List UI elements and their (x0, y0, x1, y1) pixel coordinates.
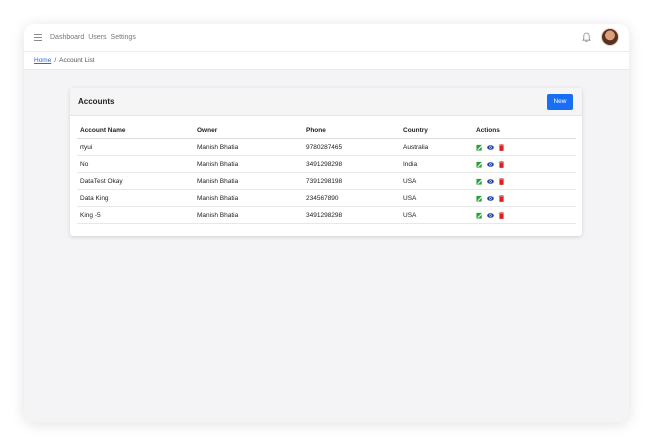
cell-actions (473, 189, 576, 207)
table-row: Data King Manish Bhatia 234567890 USA (77, 189, 576, 207)
cell-actions (473, 155, 576, 173)
card-header: Accounts New (70, 88, 582, 116)
edit-icon[interactable] (476, 212, 483, 219)
eye-icon[interactable] (487, 144, 494, 151)
cell-owner: Manish Bhatia (194, 172, 303, 190)
header-country: Country (400, 124, 473, 139)
table-row: DataTest Okay Manish Bhatia 7391298198 USA (77, 172, 576, 190)
breadcrumb: Home / Account List (24, 52, 629, 70)
cell-owner: Manish Bhatia (194, 206, 303, 224)
breadcrumb-current: Account List (59, 57, 95, 64)
cell-country: Australia (400, 138, 473, 156)
table-row: No Manish Bhatia 3491298298 India (77, 155, 576, 173)
edit-icon[interactable] (476, 161, 483, 168)
cell-phone: 3491298298 (303, 206, 400, 224)
nav-dashboard[interactable]: Dashboard (50, 34, 84, 41)
cell-phone: 9780287465 (303, 138, 400, 156)
cell-country: USA (400, 189, 473, 207)
trash-icon[interactable] (498, 211, 505, 219)
cell-owner: Manish Bhatia (194, 138, 303, 156)
cell-phone: 3491298298 (303, 155, 400, 173)
cell-account-name: King -5 (77, 206, 194, 224)
accounts-table: Account Name Owner Phone Country Actions… (77, 124, 576, 224)
cell-country: USA (400, 206, 473, 224)
header-account-name: Account Name (77, 124, 194, 139)
nav-users[interactable]: Users (88, 34, 106, 41)
card-title: Accounts (78, 97, 115, 106)
trash-icon[interactable] (498, 143, 505, 151)
accounts-card: Accounts New Account Name Owner Phone Co… (70, 88, 582, 236)
edit-icon[interactable] (476, 144, 483, 151)
user-avatar[interactable] (601, 28, 619, 46)
cell-account-name: rtyui (77, 138, 194, 156)
breadcrumb-home-link[interactable]: Home (34, 57, 51, 64)
cell-actions (473, 172, 576, 190)
trash-icon[interactable] (498, 177, 505, 185)
nav-settings[interactable]: Settings (111, 34, 136, 41)
header-actions: Actions (473, 124, 576, 139)
cell-country: USA (400, 172, 473, 190)
eye-icon[interactable] (487, 212, 494, 219)
cell-account-name: DataTest Okay (77, 172, 194, 190)
hamburger-icon[interactable] (34, 34, 42, 41)
cell-owner: Manish Bhatia (194, 155, 303, 173)
cell-country: India (400, 155, 473, 173)
header-owner: Owner (194, 124, 303, 139)
app-window: Dashboard Users Settings Home / Account … (24, 24, 629, 422)
cell-actions (473, 206, 576, 224)
edit-icon[interactable] (476, 178, 483, 185)
table-body: rtyui Manish Bhatia 9780287465 Australia No M… (77, 138, 576, 224)
cell-phone: 234567890 (303, 189, 400, 207)
header-phone: Phone (303, 124, 400, 139)
eye-icon[interactable] (487, 178, 494, 185)
cell-actions (473, 138, 576, 156)
eye-icon[interactable] (487, 161, 494, 168)
cell-account-name: Data King (77, 189, 194, 207)
table-row: King -5 Manish Bhatia 3491298298 USA (77, 206, 576, 224)
cell-account-name: No (77, 155, 194, 173)
cell-phone: 7391298198 (303, 172, 400, 190)
new-account-button[interactable]: New (547, 93, 573, 110)
trash-icon[interactable] (498, 160, 505, 168)
breadcrumb-separator: / (54, 57, 57, 64)
table-row: rtyui Manish Bhatia 9780287465 Australia (77, 138, 576, 156)
edit-icon[interactable] (476, 195, 483, 202)
bell-icon[interactable] (582, 32, 591, 43)
trash-icon[interactable] (498, 194, 505, 202)
cell-owner: Manish Bhatia (194, 189, 303, 207)
top-navbar: Dashboard Users Settings (24, 24, 629, 52)
eye-icon[interactable] (487, 195, 494, 202)
table-header-row: Account Name Owner Phone Country Actions (77, 124, 576, 139)
